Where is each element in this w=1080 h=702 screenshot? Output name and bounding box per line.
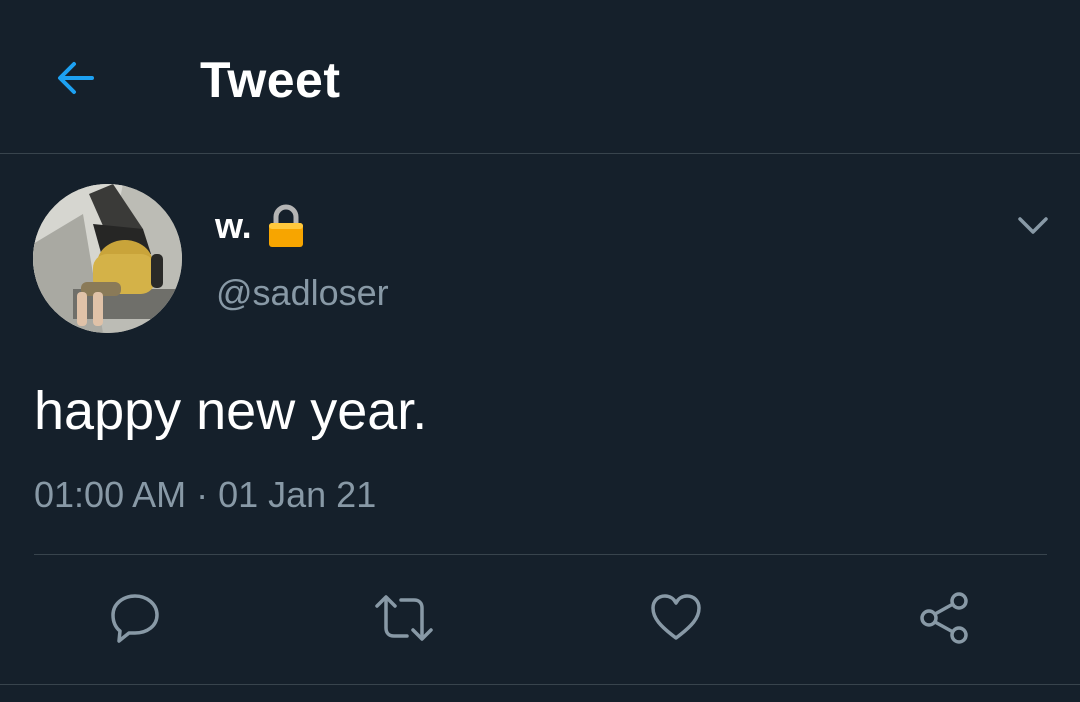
tweet-detail-screen: Tweet w. @sadloser happy new year. 01:00…: [0, 0, 1080, 702]
reply-icon: [111, 594, 159, 643]
retweet-icon: [375, 595, 433, 641]
arrow-left-icon: [58, 62, 94, 94]
page-title: Tweet: [200, 52, 341, 108]
tweet-actions: [0, 582, 1080, 654]
like-button[interactable]: [640, 582, 712, 654]
avatar-image: [33, 184, 182, 333]
top-app-bar: Tweet: [0, 0, 1080, 154]
share-button[interactable]: [909, 582, 981, 654]
reply-button[interactable]: [99, 582, 171, 654]
display-name[interactable]: w.: [215, 203, 306, 249]
lock-icon: [268, 204, 303, 247]
divider: [0, 684, 1080, 685]
heart-icon: [651, 594, 701, 640]
back-button[interactable]: [44, 46, 108, 110]
chevron-down-icon: [1018, 217, 1048, 234]
retweet-button[interactable]: [368, 582, 440, 654]
tweet-text: happy new year.: [34, 381, 428, 441]
more-options-button[interactable]: [1010, 202, 1056, 248]
divider: [34, 554, 1047, 555]
display-name-text: w.: [215, 205, 252, 246]
share-icon: [920, 592, 968, 644]
username[interactable]: @sadloser: [216, 270, 389, 316]
tweet-timestamp[interactable]: 01:00 AM · 01 Jan 21: [34, 472, 376, 518]
avatar[interactable]: [33, 184, 182, 333]
